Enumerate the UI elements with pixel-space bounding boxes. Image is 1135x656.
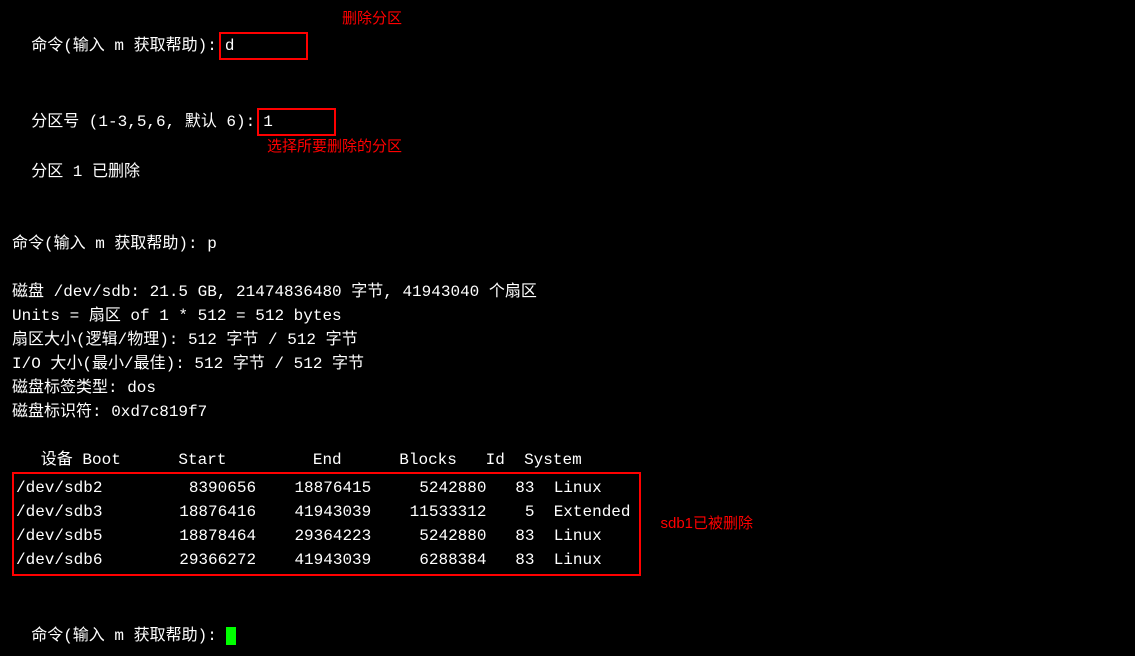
- command-prompt-final[interactable]: 命令(输入 m 获取帮助):: [12, 600, 1123, 648]
- disk-info-line: 磁盘标识符: 0xd7c819f7: [12, 400, 1123, 424]
- blank-line: [12, 256, 1123, 280]
- disk-info-line: Units = 扇区 of 1 * 512 = 512 bytes: [12, 304, 1123, 328]
- annotation-delete-partition: 删除分区: [342, 8, 402, 31]
- table-row: /dev/sdb6 29366272 41943039 6288384 83 L…: [16, 548, 631, 572]
- command-line-print: 命令(输入 m 获取帮助): p: [12, 232, 1123, 256]
- deleted-text: 分区 1 已删除: [31, 163, 140, 181]
- table-row: /dev/sdb5 18878464 29364223 5242880 83 L…: [16, 524, 631, 548]
- partition-table-box: /dev/sdb2 8390656 18876415 5242880 83 Li…: [12, 472, 641, 576]
- prompt-text: 命令(输入 m 获取帮助):: [31, 37, 217, 55]
- disk-info-line: 磁盘标签类型: dos: [12, 376, 1123, 400]
- blank-line: [12, 576, 1123, 600]
- user-input-d[interactable]: d: [219, 32, 308, 60]
- command-line-partition-number: 分区号 (1-3,5,6, 默认 6):1: [12, 84, 1123, 136]
- annotation-select-partition: 选择所要删除的分区: [267, 136, 402, 159]
- annotation-sdb1-deleted: sdb1已被删除: [661, 513, 754, 536]
- blank-line: [12, 424, 1123, 448]
- prompt-text: 分区号 (1-3,5,6, 默认 6):: [31, 113, 255, 131]
- blank-line: [12, 208, 1123, 232]
- user-input-1[interactable]: 1: [257, 108, 336, 136]
- table-row: /dev/sdb2 8390656 18876415 5242880 83 Li…: [16, 476, 631, 500]
- cursor-icon: [226, 627, 236, 645]
- table-row: /dev/sdb3 18876416 41943039 11533312 5 E…: [16, 500, 631, 524]
- disk-info-line: 磁盘 /dev/sdb: 21.5 GB, 21474836480 字节, 41…: [12, 280, 1123, 304]
- disk-info-line: 扇区大小(逻辑/物理): 512 字节 / 512 字节: [12, 328, 1123, 352]
- deleted-confirmation-line: 分区 1 已删除 选择所要删除的分区: [12, 136, 1123, 208]
- prompt-text: 命令(输入 m 获取帮助):: [31, 627, 226, 645]
- command-line-delete: 命令(输入 m 获取帮助):d 删除分区: [12, 8, 1123, 84]
- disk-info-line: I/O 大小(最小/最佳): 512 字节 / 512 字节: [12, 352, 1123, 376]
- partition-table-header: 设备 Boot Start End Blocks Id System: [12, 448, 1123, 472]
